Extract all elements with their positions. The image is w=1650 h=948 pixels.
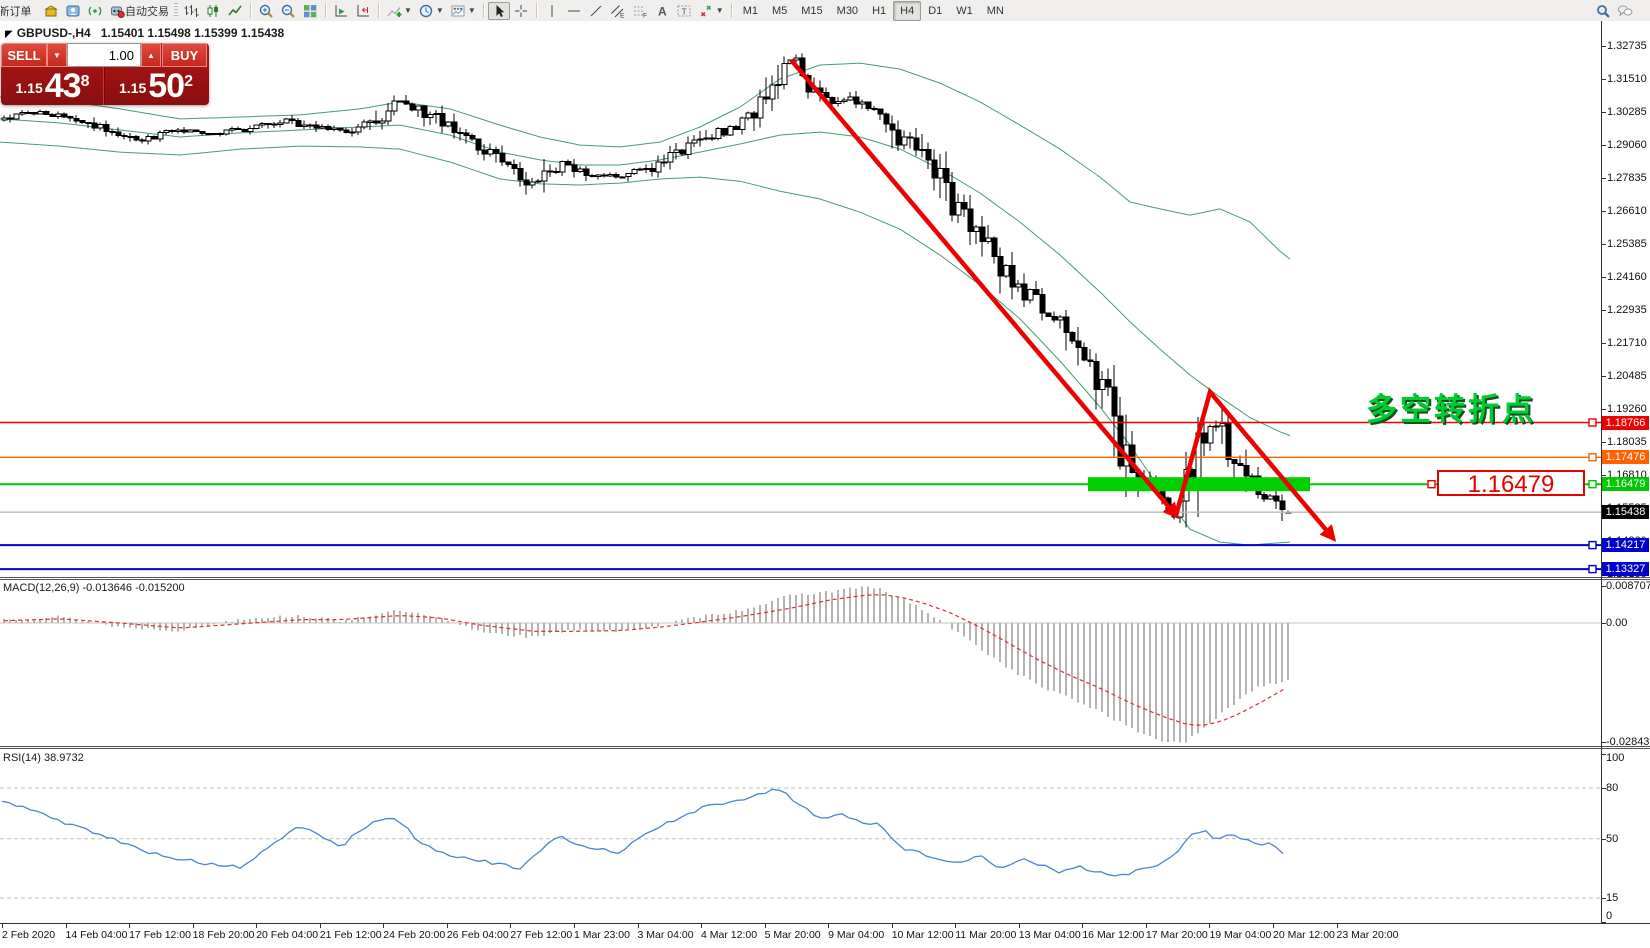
sell-button[interactable]: SELL [1,43,47,67]
buy-price-small: 1.15 [119,73,146,103]
volume-input[interactable]: 1.00 [67,43,141,67]
buy-price-pip: 2 [184,73,193,91]
one-click-trading-panel: SELL ▼ 1.00 ▲ BUY 1.15 43 8 1.15 50 2 [1,43,209,105]
sell-price-small: 1.15 [16,73,43,103]
sell-price[interactable]: 1.15 43 8 [1,67,104,105]
volume-increase-button[interactable]: ▲ [141,43,161,67]
buy-button[interactable]: BUY [162,43,207,67]
mt4-window: 新订单 自动交易 ▼ ▼ ▼ E F A T ▼ M [0,0,1650,948]
buy-price-big: 50 [148,69,184,103]
sell-price-big: 43 [45,69,81,103]
buy-price[interactable]: 1.15 50 2 [104,67,207,105]
sell-price-pip: 8 [81,73,90,91]
volume-decrease-button[interactable]: ▼ [47,43,67,67]
